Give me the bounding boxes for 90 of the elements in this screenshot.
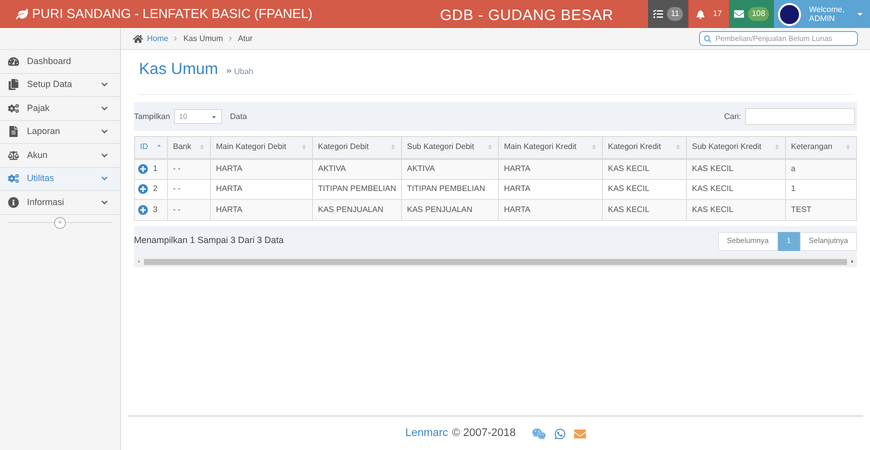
app-brand: PURI SANDANG - LENFATEK BASIC (FPANEL) (32, 5, 313, 24)
envelope-icon[interactable] (574, 428, 586, 440)
caret-icon (211, 114, 218, 120)
chat-icon[interactable] (532, 426, 546, 440)
messages-count: 108 (748, 7, 770, 21)
scroll-right-icon (850, 259, 855, 264)
table-cell: HARTA (504, 164, 530, 173)
expand-row-icon[interactable] (138, 164, 148, 174)
sidebar-item[interactable]: Dashboard (0, 50, 120, 74)
breadcrumb-item: Atur (238, 32, 253, 44)
table-cell: AKTIVA (407, 164, 435, 173)
sidebar-item[interactable]: Utilitas (0, 168, 120, 191)
search-icon (704, 34, 712, 42)
table-cell: KAS KECIL (608, 184, 650, 194)
user-name: ADMIN (809, 14, 836, 23)
sort-icon (675, 144, 681, 150)
table-cell: KAS KECIL (692, 164, 734, 173)
table-cell: HARTA (216, 204, 242, 214)
menu-icon (8, 196, 19, 208)
table-info: Menampilkan 1 Sampai 3 Dari 3 Data (134, 234, 284, 248)
table-cell: KAS KECIL (608, 204, 650, 214)
double-chevron-icon (226, 68, 232, 74)
breadcrumb-link[interactable]: Home (147, 32, 168, 44)
breadcrumb-separator-icon (228, 36, 233, 41)
list-icon (652, 9, 663, 19)
copyright-text: © 2007-2018 (452, 426, 516, 442)
menu-icon (8, 173, 19, 184)
table-cell: HARTA (216, 184, 242, 194)
menu-icon (8, 102, 19, 114)
menu-icon (8, 56, 19, 67)
search-label: Cari: (724, 110, 741, 122)
sidebar-item[interactable]: Pajak (0, 97, 120, 120)
table-cell: 2 (153, 183, 158, 196)
envelope-icon (734, 9, 744, 19)
sort-icon (487, 144, 493, 150)
sidebar-item[interactable]: Setup Data (0, 74, 120, 97)
table-cell: HARTA (216, 164, 242, 173)
tasks-count: 11 (666, 7, 684, 21)
sort-icon (199, 144, 205, 150)
table-cell: KAS KECIL (608, 164, 650, 173)
sort-icon (774, 144, 780, 150)
table-cell: KAS KECIL (692, 184, 734, 194)
table-cell: KAS PENJUALAN (318, 204, 384, 214)
table-cell: HARTA (504, 184, 530, 194)
whatsapp-icon[interactable] (554, 428, 566, 440)
warehouse-title: GDB - GUDANG BESAR (440, 6, 614, 26)
menu-icon (8, 79, 19, 90)
caret-icon (856, 10, 864, 18)
welcome-text: Welcome, (809, 5, 844, 14)
leaf-icon (16, 8, 28, 20)
table-cell: TITIPAN PEMBELIAN (407, 184, 486, 194)
expand-row-icon[interactable] (138, 204, 148, 215)
footer-brand-link[interactable]: Lenmarc (405, 425, 448, 442)
column-header[interactable]: ID (134, 136, 168, 158)
home-icon (133, 34, 143, 44)
avatar (778, 2, 801, 26)
sort-icon (301, 144, 307, 150)
table-cell: 1 (791, 184, 796, 194)
sort-icon (591, 144, 597, 150)
breadcrumb-item: Kas Umum (183, 32, 223, 44)
sidebar-item[interactable]: Informasi (0, 191, 120, 214)
table-cell: 1 (153, 163, 158, 175)
scroll-left-icon (136, 259, 141, 264)
sort-icon (390, 144, 396, 150)
menu-icon (8, 150, 19, 161)
menu-icon (8, 126, 19, 138)
bell-icon (696, 10, 706, 18)
tasks-button[interactable]: 11 (648, 0, 688, 28)
length-suffix: Data (230, 110, 247, 122)
table-cell: AKTIVA (318, 164, 346, 173)
sort-icon (845, 144, 851, 150)
table-cell: - - (173, 164, 181, 173)
page-subtitle: Ubah (234, 66, 254, 78)
breadcrumb-separator-icon (173, 36, 178, 41)
table-cell: KAS KECIL (692, 204, 734, 214)
table-cell: TEST (791, 204, 812, 214)
length-label: Tampilkan (134, 110, 170, 122)
sidebar-item[interactable]: Laporan (0, 120, 120, 144)
table-cell: - - (173, 204, 181, 214)
table-cell: KAS PENJUALAN (407, 204, 472, 214)
table-cell: a (791, 164, 796, 173)
table-cell: 3 (153, 204, 158, 216)
table-cell: - - (173, 184, 181, 194)
page-title: Kas Umum (139, 60, 218, 80)
notifications-count: 17 (713, 8, 722, 20)
table-search-field[interactable] (745, 108, 855, 125)
table-cell: TITIPAN PEMBELIAN (318, 184, 396, 194)
horizontal-scrollbar[interactable] (134, 256, 857, 266)
expand-row-icon[interactable] (138, 184, 148, 194)
table-cell: HARTA (504, 204, 530, 214)
